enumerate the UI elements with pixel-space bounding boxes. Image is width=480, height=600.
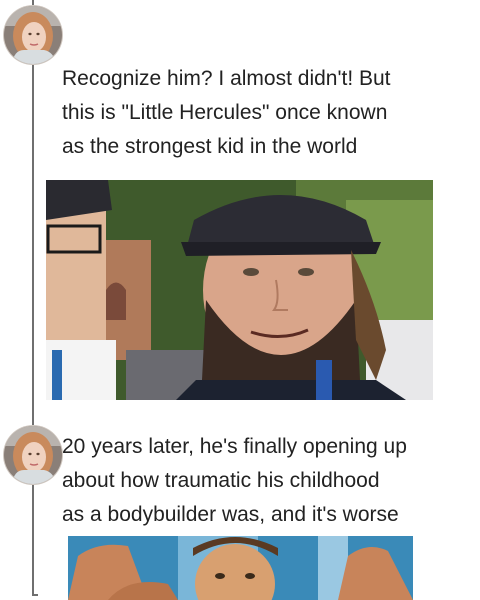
post-text: Recognize him? I almost didn't! But this… bbox=[62, 67, 391, 158]
thread-connector-line bbox=[32, 0, 34, 596]
man-in-cap-selfie-photo[interactable] bbox=[46, 180, 433, 400]
user-avatar-icon[interactable] bbox=[4, 6, 62, 64]
post-text: 20 years later, he's finally opening up … bbox=[62, 435, 407, 526]
post-thread: Recognize him? I almost didn't! But this… bbox=[0, 0, 480, 600]
user-avatar-icon[interactable] bbox=[4, 426, 62, 484]
thread-connector-end bbox=[32, 594, 38, 596]
child-bodybuilder-flexing-photo[interactable] bbox=[68, 536, 413, 600]
